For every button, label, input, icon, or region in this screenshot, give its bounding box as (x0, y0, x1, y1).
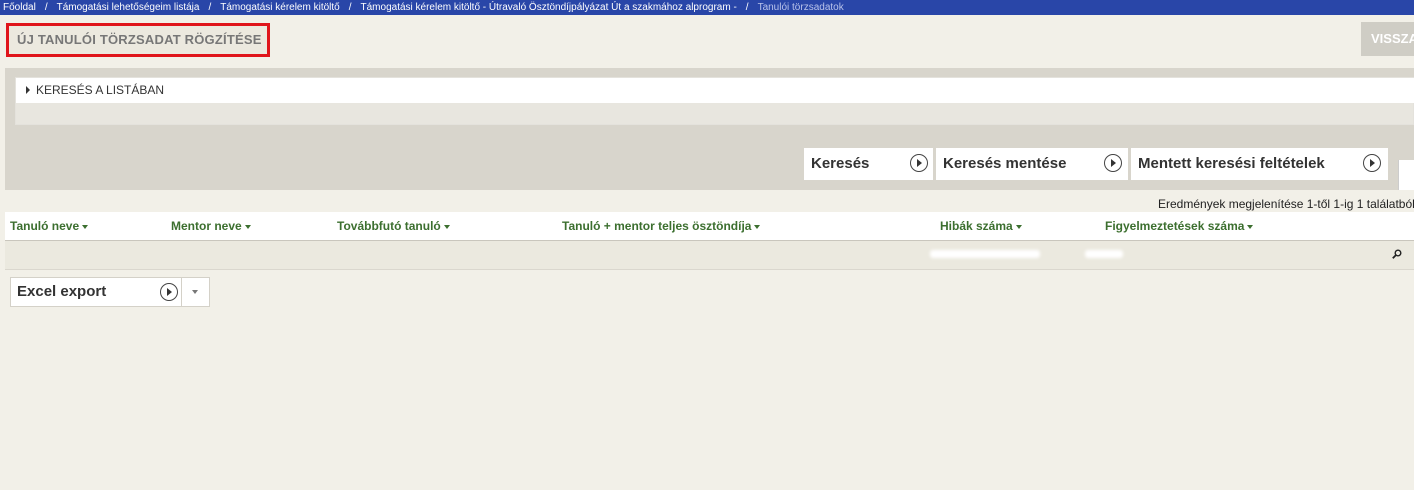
column-label: Tanuló + mentor teljes ösztöndíja (562, 219, 752, 233)
column-label: Továbbfutó tanuló (337, 219, 441, 233)
sort-caret-icon (1247, 224, 1254, 229)
caret-right-icon (26, 85, 30, 94)
results-info: Eredmények megjelenítése 1-től 1-ig 1 ta… (1158, 197, 1414, 211)
breadcrumb-separator: / (348, 2, 352, 13)
play-circle-icon (160, 283, 178, 301)
column-continuing-student[interactable]: Továbbfutó tanuló (337, 212, 450, 240)
column-label: Mentor neve (171, 219, 242, 233)
excel-export-dropdown[interactable] (181, 277, 210, 307)
column-mentor-name[interactable]: Mentor neve (171, 212, 251, 240)
back-button[interactable]: VISSZA (1361, 22, 1414, 56)
search-button-label: Keresés (811, 155, 870, 172)
play-circle-icon (1363, 154, 1381, 172)
breadcrumb-separator: / (44, 2, 48, 13)
side-tab[interactable] (1398, 160, 1414, 190)
breadcrumb: Főoldal / Támogatási lehetőségeim listája /… (0, 0, 1414, 15)
search-button[interactable]: Keresés (804, 148, 933, 180)
search-panel: KERESÉS A LISTÁBAN Keresés Keresés menté… (5, 68, 1414, 190)
saved-searches-label: Mentett keresési feltételek (1138, 155, 1325, 172)
sort-caret-icon (443, 224, 450, 229)
breadcrumb-home[interactable]: Főoldal (0, 2, 39, 13)
column-total-scholarship[interactable]: Tanuló + mentor teljes ösztöndíja (562, 212, 761, 240)
breadcrumb-separator: / (745, 2, 749, 13)
column-error-count[interactable]: Hibák száma (940, 212, 1022, 240)
save-search-button[interactable]: Keresés mentése (936, 148, 1128, 180)
column-label: Hibák száma (940, 219, 1013, 233)
breadcrumb-separator: / (208, 2, 212, 13)
saved-searches-button[interactable]: Mentett keresési feltételek (1131, 148, 1388, 180)
search-toggle[interactable]: KERESÉS A LISTÁBAN (16, 78, 1414, 103)
breadcrumb-application-program[interactable]: Támogatási kérelem kitöltő - Útravaló Ös… (358, 2, 740, 13)
new-student-record-button[interactable]: ÚJ TANULÓI TÖRZSADAT RÖGZÍTÉSE (6, 23, 270, 57)
sort-caret-icon (244, 224, 251, 229)
breadcrumb-support-list[interactable]: Támogatási lehetőségeim listája (54, 2, 203, 13)
table-row[interactable] (5, 241, 1414, 270)
excel-export-label: Excel export (17, 283, 107, 300)
excel-export-button[interactable]: Excel export (10, 277, 182, 307)
column-warning-count[interactable]: Figyelmeztetések száma (1105, 212, 1254, 240)
sort-caret-icon (82, 224, 89, 229)
sort-caret-icon (754, 224, 761, 229)
save-search-label: Keresés mentése (943, 155, 1067, 172)
play-circle-icon (910, 154, 928, 172)
breadcrumb-current: Tanulói törzsadatok (757, 2, 844, 13)
breadcrumb-application-filler[interactable]: Támogatási kérelem kitöltő (217, 2, 343, 13)
column-student-name[interactable]: Tanuló neve (10, 212, 89, 240)
search-box: KERESÉS A LISTÁBAN (15, 77, 1414, 125)
magnifier-icon[interactable] (1392, 249, 1402, 259)
table-header: Tanuló neve Mentor neve Továbbfutó tanul… (5, 212, 1414, 241)
search-toggle-label: KERESÉS A LISTÁBAN (36, 83, 165, 97)
column-label: Tanuló neve (10, 219, 80, 233)
column-label: Figyelmeztetések száma (1105, 219, 1245, 233)
play-circle-icon (1104, 154, 1122, 172)
sort-caret-icon (1015, 224, 1022, 229)
redacted-cell (1085, 250, 1123, 258)
redacted-cell (930, 250, 1040, 258)
